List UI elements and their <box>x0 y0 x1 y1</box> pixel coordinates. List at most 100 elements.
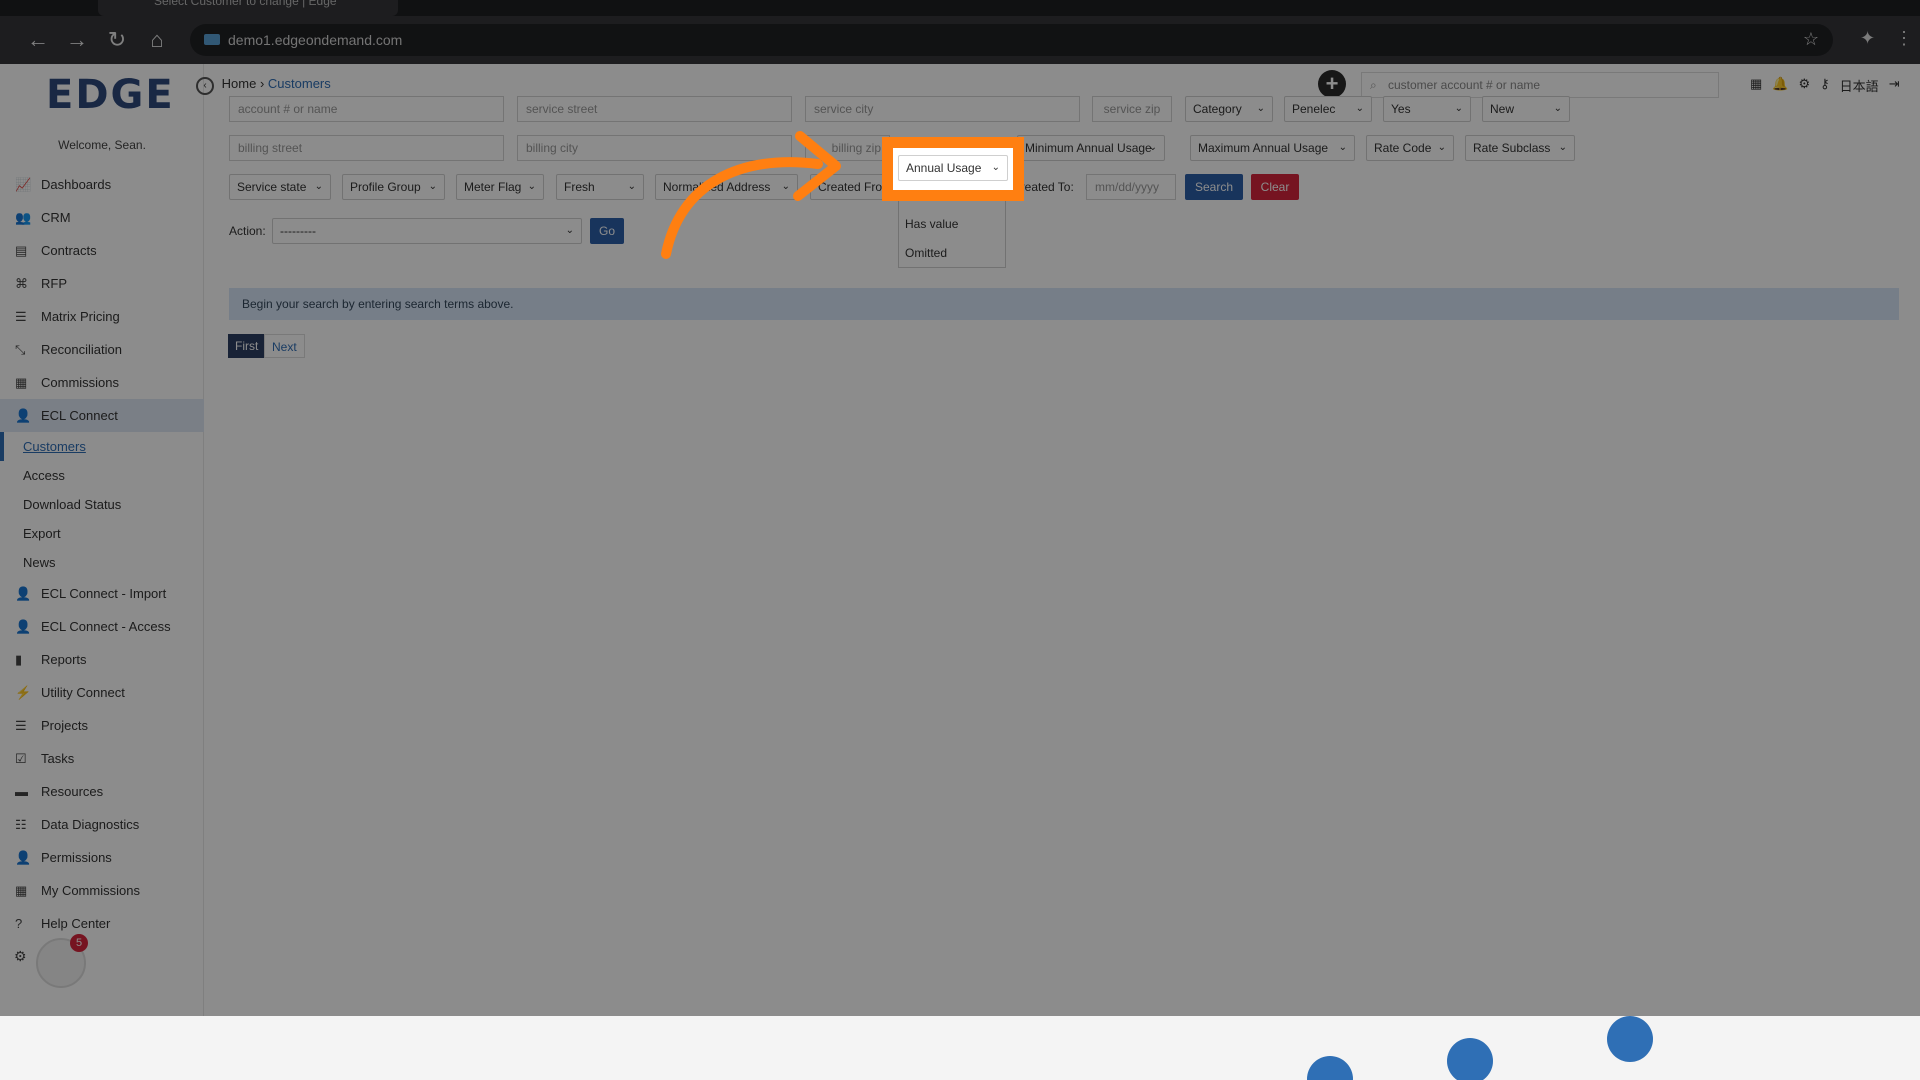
add-plus-icon[interactable]: + <box>1318 70 1346 98</box>
sidebar-item-rfp[interactable]: ⌘ RFP <box>0 267 204 300</box>
browser-tab[interactable]: Select Customer to change | Edge <box>98 0 398 16</box>
language-link[interactable]: 日本語 <box>1840 76 1879 95</box>
sidebar-item-permissions[interactable]: 👤 Permissions <box>0 841 204 874</box>
sidebar-subitem-export[interactable]: Export <box>0 519 204 548</box>
max-annual-usage-select[interactable]: Maximum Annual Usage ⌄ <box>1190 135 1355 161</box>
bar-chart-icon: ▮ <box>15 651 23 667</box>
logout-icon[interactable]: ⇥ <box>1889 76 1900 95</box>
forward-arrow-icon[interactable]: → <box>63 26 91 54</box>
fresh-select[interactable]: Fresh ⌄ <box>556 174 644 200</box>
sidebar-item-dashboards[interactable]: 📈 Dashboards <box>0 168 204 201</box>
sidebar-item-label: Commissions <box>41 375 120 390</box>
rate-code-select[interactable]: Rate Code ⌄ <box>1366 135 1454 161</box>
pagination-first[interactable]: First <box>228 334 266 358</box>
reload-icon[interactable]: ↻ <box>103 26 131 54</box>
sidebar-item-ecl-import[interactable]: 👤 ECL Connect - Import <box>0 577 204 610</box>
sidebar-subitem-customers[interactable]: Customers <box>0 432 204 461</box>
back-arrow-icon[interactable]: ← <box>24 26 52 54</box>
breadcrumb-customers[interactable]: Customers <box>268 76 331 91</box>
created-to-date-input[interactable]: mm/dd/yyyy <box>1086 174 1176 200</box>
account-name-input[interactable]: account # or name <box>229 96 504 122</box>
billing-street-input[interactable]: billing street <box>229 135 504 161</box>
service-zip-input[interactable]: service zip <box>1092 96 1172 122</box>
yes-select[interactable]: Yes ⌄ <box>1383 96 1471 122</box>
sidebar-item-my-commissions[interactable]: ▦ My Commissions <box>0 874 204 907</box>
sidebar-item-label: Data Diagnostics <box>41 817 140 832</box>
rate-subclass-select[interactable]: Rate Subclass ⌄ <box>1465 135 1575 161</box>
chevron-down-icon: ⌄ <box>527 181 536 192</box>
sidebar-item-projects[interactable]: ☰ Projects <box>0 709 204 742</box>
profile-group-value: Profile Group <box>350 180 421 194</box>
key-icon[interactable]: ⚷ <box>1820 76 1830 95</box>
url-text: demo1.edgeondemand.com <box>228 32 403 48</box>
clear-button[interactable]: Clear <box>1251 174 1299 200</box>
user-avatar-badge[interactable]: 5 <box>36 934 88 988</box>
customer-search-input[interactable]: ⌕ customer account # or name <box>1361 72 1719 98</box>
fresh-value: Fresh <box>564 180 595 194</box>
bell-icon[interactable]: 🔔 <box>1772 76 1788 95</box>
sidebar-item-utility-connect[interactable]: ⚡ Utility Connect <box>0 676 204 709</box>
chevron-down-icon: ⌄ <box>428 181 437 192</box>
folder-icon: ▬ <box>15 784 28 799</box>
breadcrumb-home[interactable]: Home <box>222 76 257 91</box>
category-select-value: Category <box>1193 102 1242 116</box>
sidebar-item-label: ECL Connect - Access <box>41 619 171 634</box>
bookmark-star-icon[interactable]: ☆ <box>1803 29 1819 50</box>
sidebar-item-ecl-access[interactable]: 👤 ECL Connect - Access <box>0 610 204 643</box>
meter-flag-select[interactable]: Meter Flag ⌄ <box>456 174 544 200</box>
extensions-puzzle-icon[interactable]: ✦ <box>1860 28 1875 49</box>
breadcrumb: ‹ Home › Customers <box>196 76 331 95</box>
back-circle-icon[interactable]: ‹ <box>196 77 214 95</box>
dropdown-option-has-value[interactable]: Has value <box>905 217 958 231</box>
go-button[interactable]: Go <box>590 218 624 244</box>
annual-usage-select[interactable]: Annual Usage ⌄ <box>898 155 1008 181</box>
pagination-next[interactable]: Next <box>264 334 305 358</box>
sidebar-item-label: Projects <box>41 718 88 733</box>
sidebar-subitem-access[interactable]: Access <box>0 461 204 490</box>
sidebar-item-help-center[interactable]: ? Help Center <box>0 907 204 940</box>
chevron-down-icon: ⌄ <box>565 225 574 236</box>
sidebar-item-ecl-connect[interactable]: 👤 ECL Connect <box>0 399 204 432</box>
sidebar-item-crm[interactable]: 👥 CRM <box>0 201 204 234</box>
sidebar-subitem-download-status[interactable]: Download Status <box>0 490 204 519</box>
edge-logo[interactable]: EDGE <box>46 72 175 118</box>
home-icon[interactable]: ⌂ <box>143 26 171 54</box>
sidebar-item-tasks[interactable]: ☑ Tasks <box>0 742 204 775</box>
service-city-input[interactable]: service city <box>805 96 1080 122</box>
min-annual-usage-select[interactable]: Minimum Annual Usage ⌄ <box>1017 135 1165 161</box>
chevron-down-icon: ⌄ <box>1338 142 1347 153</box>
breadcrumb-separator: › <box>259 76 265 91</box>
users-icon: 👥 <box>15 209 32 225</box>
service-street-input[interactable]: service street <box>517 96 792 122</box>
sidebar-item-label: My Commissions <box>41 883 140 898</box>
sidebar: EDGE Welcome, Sean. 📈 Dashboards 👥 CRM ▤ Co… <box>0 64 204 1016</box>
service-state-select[interactable]: Service state ⌄ <box>229 174 331 200</box>
sidebar-item-reconciliation[interactable]: ⤡ Reconciliation <box>0 333 204 366</box>
welcome-text: Welcome, Sean. <box>58 138 146 152</box>
profile-group-select[interactable]: Profile Group ⌄ <box>342 174 445 200</box>
browser-toolbar: ← → ↻ ⌂ demo1.edgeondemand.com ☆ ✦ ⋮ <box>0 16 1920 64</box>
sidebar-item-data-diagnostics[interactable]: ☷ Data Diagnostics <box>0 808 204 841</box>
gear-icon[interactable]: ⚙ <box>1798 76 1810 95</box>
action-select[interactable]: --------- ⌄ <box>272 218 582 244</box>
status-select[interactable]: New ⌄ <box>1482 96 1570 122</box>
utility-select[interactable]: Penelec ⌄ <box>1284 96 1372 122</box>
sidebar-item-resources[interactable]: ▬ Resources <box>0 775 204 808</box>
sidebar-subitem-news[interactable]: News <box>0 548 204 577</box>
min-annual-usage-value: Minimum Annual Usage <box>1025 141 1152 155</box>
decor-dot <box>1447 1038 1493 1080</box>
calendar-icon[interactable]: ▦ <box>1750 76 1762 95</box>
decor-dot <box>1607 1016 1653 1062</box>
chevron-down-icon: ⌄ <box>314 181 323 192</box>
settings-gears-icon[interactable]: ⚙ <box>14 948 27 965</box>
category-select[interactable]: Category ⌄ <box>1185 96 1273 122</box>
sidebar-item-reports[interactable]: ▮ Reports <box>0 643 204 676</box>
sidebar-item-contracts[interactable]: ▤ Contracts <box>0 234 204 267</box>
header-icons: ▦ 🔔 ⚙ ⚷ 日本語 ⇥ <box>1750 76 1900 95</box>
sidebar-item-matrix-pricing[interactable]: ☰ Matrix Pricing <box>0 300 204 333</box>
browser-menu-icon[interactable]: ⋮ <box>1895 28 1913 49</box>
dropdown-option-omitted[interactable]: Omitted <box>905 246 947 260</box>
address-bar[interactable]: demo1.edgeondemand.com ☆ <box>190 24 1833 56</box>
sidebar-item-commissions[interactable]: ▦ Commissions <box>0 366 204 399</box>
search-button[interactable]: Search <box>1185 174 1243 200</box>
